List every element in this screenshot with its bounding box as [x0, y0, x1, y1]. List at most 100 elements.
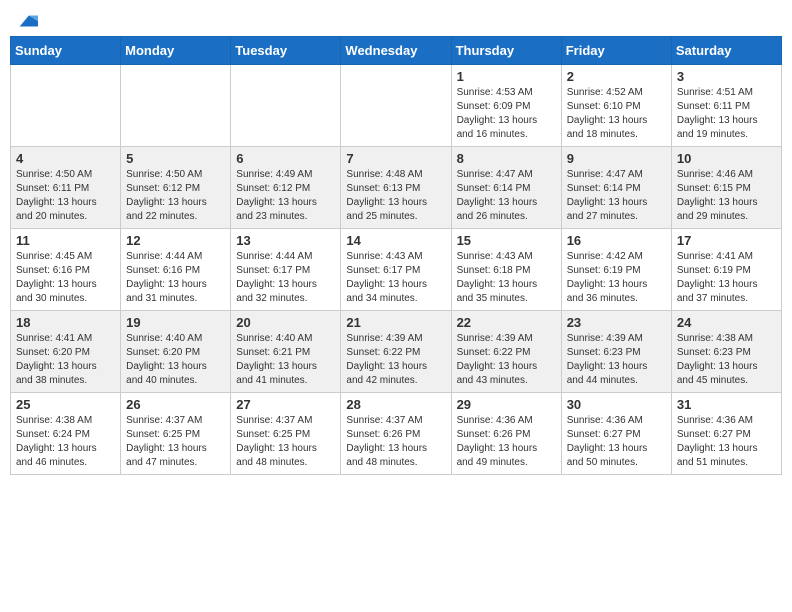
day-info: Sunrise: 4:43 AM Sunset: 6:17 PM Dayligh…	[346, 250, 445, 306]
day-info: Sunrise: 4:41 AM Sunset: 6:19 PM Dayligh…	[677, 250, 776, 306]
day-number: 21	[346, 315, 445, 330]
day-info: Sunrise: 4:46 AM Sunset: 6:15 PM Dayligh…	[677, 168, 776, 224]
day-info: Sunrise: 4:37 AM Sunset: 6:25 PM Dayligh…	[236, 414, 335, 470]
day-info: Sunrise: 4:40 AM Sunset: 6:20 PM Dayligh…	[126, 332, 225, 388]
calendar-cell: 9 Sunrise: 4:47 AM Sunset: 6:14 PM Daylig…	[561, 147, 671, 229]
day-info: Sunrise: 4:41 AM Sunset: 6:20 PM Dayligh…	[16, 332, 115, 388]
calendar-cell: 8Sunrise: 4:47 AM Sunset: 6:14 PM Daylig…	[451, 147, 561, 229]
calendar-cell: 14 Sunrise: 4:43 AM Sunset: 6:17 PM Dayli…	[341, 229, 451, 311]
day-number: 27	[236, 397, 335, 412]
calendar-cell: 3 Sunrise: 4:51 AM Sunset: 6:11 PM Daylig…	[671, 65, 781, 147]
day-number: 10	[677, 151, 776, 166]
calendar-cell: 16 Sunrise: 4:42 AM Sunset: 6:19 PM Dayli…	[561, 229, 671, 311]
day-number: 3	[677, 69, 776, 84]
day-number: 31	[677, 397, 776, 412]
day-number: 15	[457, 233, 556, 248]
day-number: 13	[236, 233, 335, 248]
header-monday: Monday	[121, 37, 231, 65]
calendar-cell: 20 Sunrise: 4:40 AM Sunset: 6:21 PM Dayli…	[231, 311, 341, 393]
day-number: 30	[567, 397, 666, 412]
day-info: Sunrise: 4:38 AM Sunset: 6:24 PM Dayligh…	[16, 414, 115, 470]
header-sunday: Sunday	[11, 37, 121, 65]
day-info: Sunrise: 4:40 AM Sunset: 6:21 PM Dayligh…	[236, 332, 335, 388]
calendar-cell: 27 Sunrise: 4:37 AM Sunset: 6:25 PM Dayli…	[231, 393, 341, 475]
calendar-cell: 17 Sunrise: 4:41 AM Sunset: 6:19 PM Dayli…	[671, 229, 781, 311]
calendar-cell	[231, 65, 341, 147]
day-info: Sunrise: 4:47 AM Sunset: 6:14 PM Dayligh…	[457, 168, 556, 224]
day-info: Sunrise: 4:47 AM Sunset: 6:14 PM Dayligh…	[567, 168, 666, 224]
day-number: 18	[16, 315, 115, 330]
calendar-cell	[11, 65, 121, 147]
day-number: 14	[346, 233, 445, 248]
header-saturday: Saturday	[671, 37, 781, 65]
day-number: 23	[567, 315, 666, 330]
day-info: Sunrise: 4:50 AM Sunset: 6:12 PM Dayligh…	[126, 168, 225, 224]
day-info: Sunrise: 4:44 AM Sunset: 6:17 PM Dayligh…	[236, 250, 335, 306]
day-number: 11	[16, 233, 115, 248]
day-number: 1	[457, 69, 556, 84]
day-info: Sunrise: 4:36 AM Sunset: 6:27 PM Dayligh…	[677, 414, 776, 470]
logo-icon	[16, 10, 38, 32]
day-info: Sunrise: 4:52 AM Sunset: 6:10 PM Dayligh…	[567, 86, 666, 142]
calendar-week-4: 18 Sunrise: 4:41 AM Sunset: 6:20 PM Dayli…	[11, 311, 782, 393]
day-info: Sunrise: 4:39 AM Sunset: 6:23 PM Dayligh…	[567, 332, 666, 388]
calendar-cell: 24Sunrise: 4:38 AM Sunset: 6:23 PM Dayli…	[671, 311, 781, 393]
calendar-week-2: 4Sunrise: 4:50 AM Sunset: 6:11 PM Daylig…	[11, 147, 782, 229]
calendar-cell: 26Sunrise: 4:37 AM Sunset: 6:25 PM Dayli…	[121, 393, 231, 475]
day-info: Sunrise: 4:42 AM Sunset: 6:19 PM Dayligh…	[567, 250, 666, 306]
day-info: Sunrise: 4:43 AM Sunset: 6:18 PM Dayligh…	[457, 250, 556, 306]
day-number: 4	[16, 151, 115, 166]
day-info: Sunrise: 4:49 AM Sunset: 6:12 PM Dayligh…	[236, 168, 335, 224]
calendar-cell: 23 Sunrise: 4:39 AM Sunset: 6:23 PM Dayli…	[561, 311, 671, 393]
day-number: 5	[126, 151, 225, 166]
day-number: 25	[16, 397, 115, 412]
calendar-week-1: 1 Sunrise: 4:53 AM Sunset: 6:09 PM Daylig…	[11, 65, 782, 147]
day-number: 2	[567, 69, 666, 84]
calendar-cell: 13 Sunrise: 4:44 AM Sunset: 6:17 PM Dayli…	[231, 229, 341, 311]
day-number: 9	[567, 151, 666, 166]
calendar-cell: 7Sunrise: 4:48 AM Sunset: 6:13 PM Daylig…	[341, 147, 451, 229]
calendar-week-3: 11 Sunrise: 4:45 AM Sunset: 6:16 PM Dayli…	[11, 229, 782, 311]
calendar-cell: 10 Sunrise: 4:46 AM Sunset: 6:15 PM Dayli…	[671, 147, 781, 229]
calendar-cell: 30 Sunrise: 4:36 AM Sunset: 6:27 PM Dayli…	[561, 393, 671, 475]
day-number: 28	[346, 397, 445, 412]
calendar-cell: 6 Sunrise: 4:49 AM Sunset: 6:12 PM Daylig…	[231, 147, 341, 229]
day-info: Sunrise: 4:36 AM Sunset: 6:26 PM Dayligh…	[457, 414, 556, 470]
day-number: 22	[457, 315, 556, 330]
calendar-week-5: 25 Sunrise: 4:38 AM Sunset: 6:24 PM Dayli…	[11, 393, 782, 475]
day-number: 17	[677, 233, 776, 248]
calendar-cell: 28Sunrise: 4:37 AM Sunset: 6:26 PM Dayli…	[341, 393, 451, 475]
calendar-table: SundayMondayTuesdayWednesdayThursdayFrid…	[10, 36, 782, 475]
header-tuesday: Tuesday	[231, 37, 341, 65]
day-number: 7	[346, 151, 445, 166]
day-info: Sunrise: 4:51 AM Sunset: 6:11 PM Dayligh…	[677, 86, 776, 142]
day-info: Sunrise: 4:44 AM Sunset: 6:16 PM Dayligh…	[126, 250, 225, 306]
calendar-cell: 11 Sunrise: 4:45 AM Sunset: 6:16 PM Dayli…	[11, 229, 121, 311]
calendar-cell: 1 Sunrise: 4:53 AM Sunset: 6:09 PM Daylig…	[451, 65, 561, 147]
day-number: 16	[567, 233, 666, 248]
calendar-cell: 25 Sunrise: 4:38 AM Sunset: 6:24 PM Dayli…	[11, 393, 121, 475]
calendar-cell: 31 Sunrise: 4:36 AM Sunset: 6:27 PM Dayli…	[671, 393, 781, 475]
calendar-cell: 4Sunrise: 4:50 AM Sunset: 6:11 PM Daylig…	[11, 147, 121, 229]
calendar-cell: 12 Sunrise: 4:44 AM Sunset: 6:16 PM Dayli…	[121, 229, 231, 311]
day-number: 19	[126, 315, 225, 330]
calendar-header-row: SundayMondayTuesdayWednesdayThursdayFrid…	[11, 37, 782, 65]
day-number: 29	[457, 397, 556, 412]
day-info: Sunrise: 4:53 AM Sunset: 6:09 PM Dayligh…	[457, 86, 556, 142]
calendar-cell	[341, 65, 451, 147]
calendar-cell: 22Sunrise: 4:39 AM Sunset: 6:22 PM Dayli…	[451, 311, 561, 393]
header-wednesday: Wednesday	[341, 37, 451, 65]
day-number: 12	[126, 233, 225, 248]
calendar-cell: 29 Sunrise: 4:36 AM Sunset: 6:26 PM Dayli…	[451, 393, 561, 475]
day-info: Sunrise: 4:45 AM Sunset: 6:16 PM Dayligh…	[16, 250, 115, 306]
calendar-cell: 15 Sunrise: 4:43 AM Sunset: 6:18 PM Dayli…	[451, 229, 561, 311]
header-thursday: Thursday	[451, 37, 561, 65]
day-info: Sunrise: 4:38 AM Sunset: 6:23 PM Dayligh…	[677, 332, 776, 388]
day-number: 20	[236, 315, 335, 330]
day-number: 6	[236, 151, 335, 166]
page-header	[10, 10, 782, 28]
calendar-cell: 18 Sunrise: 4:41 AM Sunset: 6:20 PM Dayli…	[11, 311, 121, 393]
calendar-cell: 2 Sunrise: 4:52 AM Sunset: 6:10 PM Daylig…	[561, 65, 671, 147]
day-info: Sunrise: 4:36 AM Sunset: 6:27 PM Dayligh…	[567, 414, 666, 470]
logo	[14, 10, 38, 28]
